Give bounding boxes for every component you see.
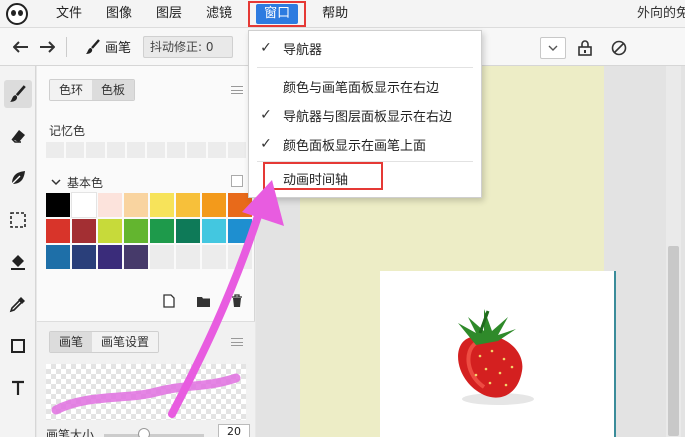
check-icon: ✓ — [260, 136, 272, 152]
divider — [66, 36, 67, 57]
color-swatch[interactable] — [176, 193, 200, 217]
paint-bucket-icon[interactable] — [4, 248, 32, 276]
app-logo-icon[interactable] — [6, 2, 28, 25]
text-tool-icon[interactable] — [4, 374, 32, 402]
lock-icon[interactable] — [574, 37, 596, 59]
color-swatch[interactable] — [124, 219, 148, 243]
menu-layer[interactable]: 图层 — [144, 0, 194, 28]
eyedropper-icon[interactable] — [4, 290, 32, 318]
color-swatch[interactable] — [176, 245, 200, 269]
brush-icon — [86, 38, 100, 54]
menu-help[interactable]: 帮助 — [310, 0, 360, 28]
menu-item-navigator-layers-right[interactable]: ✓ 导航器与图层面板显示在右边 — [249, 100, 481, 130]
menu-item-label: 颜色面板显示在画笔上面 — [283, 138, 427, 154]
color-swatch[interactable] — [228, 245, 252, 269]
chevron-down-icon[interactable] — [540, 37, 566, 59]
brush-size-field[interactable]: 20 — [218, 424, 250, 437]
color-swatch[interactable] — [46, 245, 70, 269]
brush-tabs: 画笔 画笔设置 — [49, 331, 160, 353]
smoothing-field[interactable]: 抖动修正: 0 — [143, 35, 234, 58]
folder-icon[interactable] — [195, 293, 211, 309]
tab-swatches[interactable]: 色板 — [92, 80, 135, 100]
brush-tool-icon[interactable] — [4, 80, 32, 108]
eraser-icon[interactable] — [4, 122, 32, 150]
menu-window[interactable]: 窗口 — [256, 3, 299, 24]
window-menu-dropdown: ✓ 导航器 颜色与画笔面板显示在右边 ✓ 导航器与图层面板显示在右边 ✓ 颜色面… — [248, 30, 482, 198]
brush-size-row: 画笔大小 20 — [46, 424, 251, 437]
panel-grip-icon[interactable] — [231, 86, 243, 94]
menu-item-label: 导航器 — [283, 42, 323, 58]
strawberry-image[interactable] — [380, 271, 616, 437]
leaf-icon[interactable] — [4, 164, 32, 192]
redo-icon[interactable] — [36, 36, 58, 58]
color-swatch[interactable] — [98, 245, 122, 269]
color-swatch[interactable] — [46, 193, 70, 217]
rectangle-icon[interactable] — [4, 332, 32, 360]
color-swatch[interactable] — [150, 193, 174, 217]
menu-item-label: 导航器与图层面板显示在右边 — [283, 109, 453, 125]
highlight-box — [263, 162, 383, 190]
panel-grip-icon[interactable] — [231, 338, 243, 346]
basic-colors-header[interactable]: 基本色 — [51, 174, 103, 191]
new-swatch-icon[interactable] — [161, 293, 177, 309]
color-swatch[interactable] — [72, 219, 96, 243]
selection-icon[interactable] — [4, 206, 32, 234]
color-swatch[interactable] — [124, 193, 148, 217]
document-title: 外向的兔 — [636, 6, 685, 21]
color-swatch[interactable] — [98, 219, 122, 243]
undo-icon[interactable] — [10, 36, 32, 58]
brush-tool-indicator: 画笔 — [85, 37, 131, 56]
divider — [257, 67, 473, 68]
menu-window-highlight: 窗口 — [248, 0, 307, 27]
tab-color-wheel[interactable]: 色环 — [50, 80, 93, 100]
color-swatch[interactable] — [72, 245, 96, 269]
color-swatch[interactable] — [150, 245, 174, 269]
color-swatch[interactable] — [202, 219, 226, 243]
no-entry-icon[interactable] — [608, 37, 630, 59]
color-swatch[interactable] — [202, 245, 226, 269]
menu-item-label: 颜色与画笔面板显示在右边 — [283, 80, 440, 96]
chevron-down-icon — [51, 179, 61, 186]
menu-item-color-above-brush[interactable]: ✓ 颜色面板显示在画笔上面 — [249, 129, 481, 159]
color-tabs: 色环 色板 — [49, 79, 136, 101]
color-swatch[interactable] — [46, 219, 70, 243]
color-swatch[interactable] — [202, 193, 226, 217]
strawberry-icon — [458, 309, 534, 405]
menu-item-color-brush-right[interactable]: 颜色与画笔面板显示在右边 — [249, 71, 481, 101]
check-icon: ✓ — [260, 107, 272, 123]
brush-label: 画笔 — [105, 41, 132, 56]
menu-file[interactable]: 文件 — [44, 0, 94, 28]
slider-handle[interactable] — [138, 428, 150, 437]
color-swatch[interactable] — [71, 192, 97, 218]
color-swatch[interactable] — [98, 193, 122, 217]
menu-image[interactable]: 图像 — [94, 0, 144, 28]
brush-size-label: 画笔大小 — [46, 428, 95, 437]
tools-sidebar — [0, 66, 36, 437]
menu-filter[interactable]: 滤镜 — [194, 0, 244, 28]
tab-brush[interactable]: 画笔 — [50, 332, 93, 352]
swatch-grid — [46, 192, 252, 269]
color-swatch[interactable] — [228, 219, 252, 243]
trash-icon[interactable] — [229, 293, 245, 309]
tab-brush-settings[interactable]: 画笔设置 — [92, 332, 159, 352]
basic-colors-checkbox[interactable] — [231, 175, 243, 187]
menu-item-navigator[interactable]: ✓ 导航器 — [249, 33, 481, 63]
brush-preview — [46, 364, 246, 420]
basic-colors-label: 基本色 — [67, 176, 104, 190]
scrollbar-thumb[interactable] — [668, 246, 679, 436]
menu-bar: 文件 图像 图层 滤镜 窗口 帮助 外向的兔 — [0, 0, 685, 28]
history-colors-row — [46, 142, 247, 158]
color-swatch[interactable] — [124, 245, 148, 269]
color-swatch[interactable] — [176, 219, 200, 243]
color-panel: 色环 色板 记忆色 基本色 画笔 画笔设置 画笔大小 20 — [37, 66, 255, 437]
color-swatch[interactable] — [150, 219, 174, 243]
check-icon: ✓ — [260, 40, 272, 56]
history-colors-label: 记忆色 — [49, 124, 86, 138]
